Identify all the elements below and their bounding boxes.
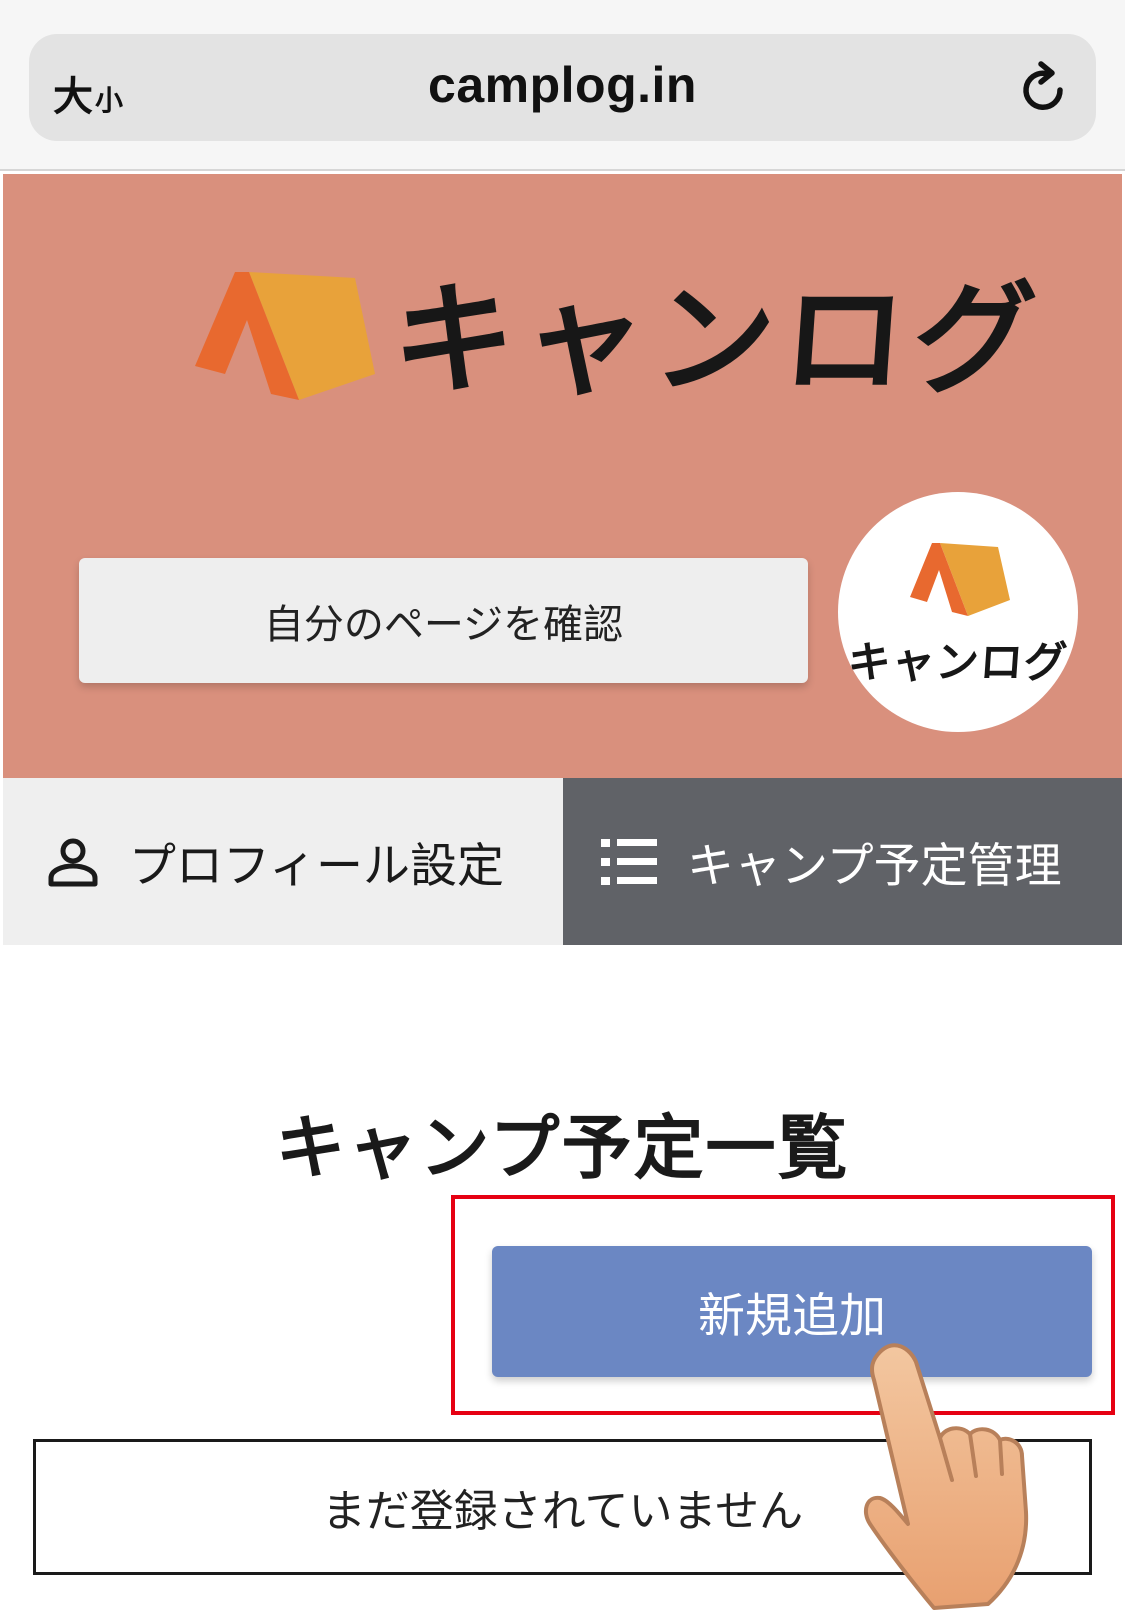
pointing-hand-icon <box>863 1343 1029 1610</box>
avatar[interactable]: キャンログ <box>838 492 1078 732</box>
tab-profile-settings-label: プロフィール設定 <box>129 839 505 894</box>
tab-profile-settings[interactable]: プロフィール設定 <box>3 778 563 945</box>
tab-camp-schedule[interactable]: キャンプ予定管理 <box>563 778 1122 945</box>
browser-chrome: 大 小 camplog.in <box>0 0 1125 171</box>
hero-banner: キャンログ 自分のページを確認 キャンログ <box>3 174 1122 778</box>
tab-camp-schedule-label: キャンプ予定管理 <box>687 839 1062 894</box>
page: 大 小 camplog.in キャンログ 自分のページを確認 キャンログ プロフ… <box>0 0 1125 1610</box>
site-logo[interactable]: キャンログ <box>195 269 1048 411</box>
address-bar[interactable]: 大 小 camplog.in <box>29 34 1096 141</box>
logo-text: キャンログ <box>388 269 1048 411</box>
tent-logo-icon <box>195 272 375 400</box>
tab-bar: プロフィール設定 キャンプ予定管理 <box>3 778 1122 945</box>
tent-logo-icon <box>910 543 1010 616</box>
person-icon <box>48 838 98 886</box>
page-title: キャンプ予定一覧 <box>275 1107 850 1189</box>
url-text[interactable]: camplog.in <box>29 56 1096 114</box>
view-my-page-button[interactable]: 自分のページを確認 <box>79 558 808 683</box>
reload-icon[interactable] <box>1016 60 1072 116</box>
list-icon <box>601 838 657 885</box>
avatar-logo-text: キャンログ <box>845 638 1070 688</box>
